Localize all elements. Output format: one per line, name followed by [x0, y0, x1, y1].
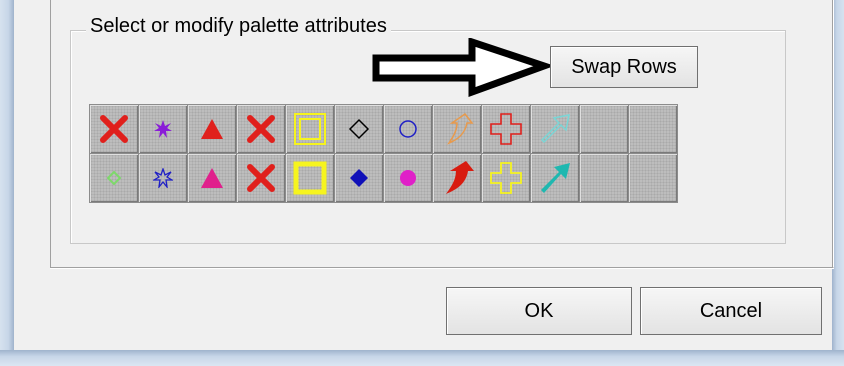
- small-diamond-icon: [107, 171, 121, 185]
- palette-cell[interactable]: [139, 154, 187, 202]
- palette-cell[interactable]: [482, 105, 530, 153]
- cross-outline-icon: [490, 113, 522, 145]
- palette-cell-empty[interactable]: [580, 105, 628, 153]
- ok-button[interactable]: OK: [446, 287, 632, 335]
- palette-cell[interactable]: [286, 154, 334, 202]
- star-outline-icon: [153, 168, 173, 188]
- arrow-outline-icon: [540, 114, 570, 144]
- curved-arrow-icon: [446, 161, 474, 194]
- palette-grid: [89, 104, 678, 203]
- square-outline-icon: [293, 161, 327, 195]
- arrow-icon: [541, 163, 570, 193]
- double-square-icon: [294, 113, 326, 145]
- triangle-icon: [201, 168, 223, 188]
- palette-cell[interactable]: [433, 154, 481, 202]
- x-icon: [247, 164, 275, 192]
- diamond-outline-icon: [348, 118, 370, 140]
- palette-cell[interactable]: [335, 105, 383, 153]
- x-icon: [247, 115, 275, 143]
- palette-cell[interactable]: [188, 154, 236, 202]
- window-frame-left: [0, 0, 14, 366]
- cross-outline-icon: [490, 162, 522, 194]
- triangle-icon: [201, 119, 223, 139]
- cancel-button[interactable]: Cancel: [640, 287, 822, 335]
- palette-group-title: Select or modify palette attributes: [86, 14, 391, 38]
- circle-icon: [400, 170, 416, 186]
- palette-cell-empty[interactable]: [629, 154, 677, 202]
- palette-cell[interactable]: [286, 105, 334, 153]
- annotation-arrow-icon: [372, 38, 550, 97]
- palette-cell-empty[interactable]: [629, 105, 677, 153]
- palette-cell[interactable]: [531, 105, 579, 153]
- star-icon: [154, 120, 172, 138]
- palette-cell[interactable]: [237, 154, 285, 202]
- palette-cell[interactable]: [139, 105, 187, 153]
- x-icon: [100, 115, 128, 143]
- diamond-icon: [350, 169, 368, 187]
- palette-cell[interactable]: [335, 154, 383, 202]
- palette-cell[interactable]: [188, 105, 236, 153]
- palette-cell[interactable]: [433, 105, 481, 153]
- palette-cell-empty[interactable]: [580, 154, 628, 202]
- curved-arrow-outline-icon: [447, 112, 474, 145]
- palette-cell[interactable]: [384, 105, 432, 153]
- swap-rows-button[interactable]: Swap Rows: [550, 46, 698, 88]
- palette-cell[interactable]: [384, 154, 432, 202]
- palette-cell[interactable]: [531, 154, 579, 202]
- palette-cell[interactable]: [237, 105, 285, 153]
- palette-cell[interactable]: [90, 105, 138, 153]
- circle-outline-icon: [399, 120, 417, 138]
- window-frame-bottom: [0, 350, 844, 366]
- palette-cell[interactable]: [90, 154, 138, 202]
- palette-cell[interactable]: [482, 154, 530, 202]
